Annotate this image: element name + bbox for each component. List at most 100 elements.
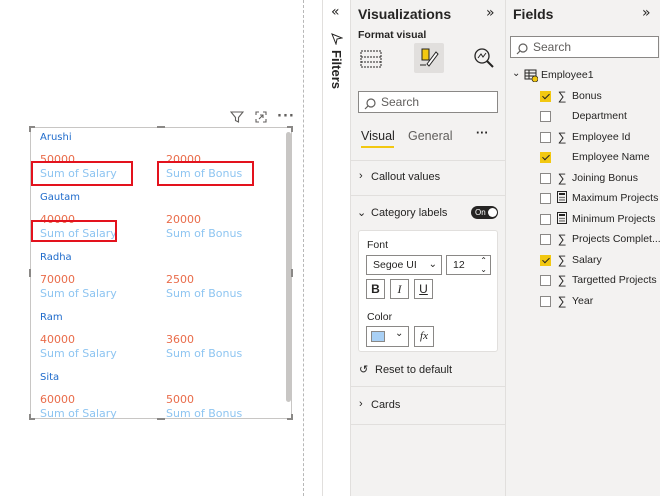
font-size-stepper[interactable]: 12 ⌃ ⌄ bbox=[446, 255, 491, 275]
sigma-icon: ∑ bbox=[557, 253, 567, 267]
field-employee-id[interactable]: ∑ Employee Id bbox=[506, 129, 660, 147]
format-visual-icon[interactable] bbox=[414, 43, 444, 73]
bonus-label: Sum of Bonus bbox=[166, 227, 243, 240]
resize-handle[interactable] bbox=[291, 126, 293, 132]
field-name: Employee Name bbox=[572, 151, 650, 163]
resize-handle[interactable] bbox=[157, 126, 165, 128]
resize-handle[interactable] bbox=[29, 126, 31, 132]
highlight-box bbox=[31, 220, 117, 242]
filters-pane-collapsed[interactable]: « Filters bbox=[322, 0, 351, 496]
field-checkbox[interactable] bbox=[540, 296, 551, 307]
salary-label: Sum of Salary bbox=[40, 407, 117, 420]
field-department[interactable]: Department bbox=[506, 108, 660, 126]
bonus-value: 20000 bbox=[166, 213, 201, 226]
font-size-value: 12 bbox=[453, 259, 465, 271]
field-checkbox[interactable] bbox=[540, 91, 551, 102]
pane-title: Visualizations bbox=[358, 6, 452, 22]
search-icon bbox=[516, 41, 528, 61]
bonus-value: 3600 bbox=[166, 333, 194, 346]
field-salary[interactable]: ∑ Salary bbox=[506, 252, 660, 270]
more-options-icon[interactable]: ··· bbox=[476, 126, 489, 140]
font-family-value: Segoe UI bbox=[373, 259, 417, 271]
bonus-value: 5000 bbox=[166, 393, 194, 406]
field-checkbox[interactable] bbox=[540, 255, 551, 266]
resize-handle[interactable] bbox=[157, 418, 165, 420]
section-title: Cards bbox=[371, 399, 401, 411]
font-label: Font bbox=[367, 239, 389, 251]
search-placeholder: Search bbox=[381, 95, 420, 109]
resize-handle[interactable] bbox=[29, 269, 31, 277]
field-checkbox[interactable] bbox=[540, 152, 551, 163]
field-checkbox[interactable] bbox=[540, 193, 551, 204]
filter-icon[interactable] bbox=[229, 110, 245, 128]
analytics-icon[interactable] bbox=[473, 47, 495, 73]
focus-mode-icon[interactable] bbox=[254, 110, 268, 128]
visualizations-search-input[interactable]: Search bbox=[358, 91, 498, 113]
sigma-icon: ∑ bbox=[557, 171, 567, 185]
field-checkbox[interactable] bbox=[540, 111, 551, 122]
field-checkbox[interactable] bbox=[540, 234, 551, 245]
section-title: Callout values bbox=[371, 171, 441, 183]
sigma-icon: ∑ bbox=[557, 89, 567, 103]
field-checkbox[interactable] bbox=[540, 173, 551, 184]
multi-row-card-visual[interactable]: Arushi 50000 Sum of Salary 20000 Sum of … bbox=[29, 126, 293, 420]
format-visual-label: Format visual bbox=[358, 29, 427, 41]
resize-handle[interactable] bbox=[291, 269, 293, 277]
filter-icon bbox=[331, 30, 344, 49]
sigma-icon: ∑ bbox=[557, 130, 567, 144]
underline-button[interactable]: U bbox=[414, 279, 433, 299]
color-picker[interactable]: ⌄ bbox=[366, 326, 409, 347]
field-minimum-projects[interactable]: Minimum Projects bbox=[506, 211, 660, 229]
salary-value: 70000 bbox=[40, 273, 75, 286]
color-swatch bbox=[371, 331, 385, 342]
font-family-dropdown[interactable]: Segoe UI ⌄ bbox=[366, 255, 442, 275]
expand-chevron-icon[interactable]: « bbox=[331, 4, 340, 20]
reset-label: Reset to default bbox=[375, 364, 453, 376]
bonus-label: Sum of Bonus bbox=[166, 407, 243, 420]
field-year[interactable]: ∑ Year bbox=[506, 293, 660, 311]
field-checkbox[interactable] bbox=[540, 214, 551, 225]
toggle-knob bbox=[488, 208, 497, 217]
calculator-icon bbox=[556, 191, 568, 206]
field-name: Minimum Projects bbox=[572, 213, 656, 225]
more-options-icon[interactable]: ··· bbox=[277, 110, 295, 124]
field-checkbox[interactable] bbox=[540, 275, 551, 286]
reset-icon: ↺ bbox=[359, 364, 369, 376]
tab-visual[interactable]: Visual bbox=[361, 129, 395, 143]
table-icon bbox=[524, 69, 539, 85]
resize-handle[interactable] bbox=[29, 414, 31, 420]
field-checkbox[interactable] bbox=[540, 132, 551, 143]
field-name: Projects Complet... bbox=[572, 233, 660, 245]
visual-scrollbar[interactable] bbox=[286, 132, 291, 402]
field-bonus[interactable]: ∑ Bonus bbox=[506, 88, 660, 106]
bonus-label: Sum of Bonus bbox=[166, 347, 243, 360]
highlight-box bbox=[157, 161, 254, 186]
build-visual-icon[interactable] bbox=[360, 49, 382, 73]
category-labels-toggle[interactable]: On bbox=[471, 206, 498, 219]
category-name: Sita bbox=[40, 372, 60, 383]
tab-general[interactable]: General bbox=[408, 129, 452, 143]
collapse-chevron-icon[interactable]: » bbox=[486, 5, 495, 21]
chevron-down-icon: ⌄ bbox=[395, 328, 404, 339]
section-divider bbox=[351, 160, 505, 161]
field-employee-name[interactable]: Employee Name bbox=[506, 149, 660, 167]
bold-button[interactable]: B bbox=[366, 279, 385, 299]
conditional-formatting-button[interactable]: fx bbox=[414, 326, 434, 347]
field-joining-bonus[interactable]: ∑ Joining Bonus bbox=[506, 170, 660, 188]
section-title: Category labels bbox=[371, 207, 448, 219]
calculator-icon bbox=[556, 212, 568, 227]
search-icon bbox=[364, 96, 376, 116]
stepper-down-icon[interactable]: ⌄ bbox=[480, 261, 487, 279]
table-employee1[interactable]: ⌄ Employee1 bbox=[506, 67, 660, 85]
visualizations-pane: Visualizations » Format visual Search Vi… bbox=[351, 0, 505, 496]
pane-title: Fields bbox=[513, 6, 554, 22]
field-projects-completed[interactable]: ∑ Projects Complet... bbox=[506, 231, 660, 249]
italic-button[interactable]: I bbox=[390, 279, 409, 299]
field-targetted-projects[interactable]: ∑ Targetted Projects bbox=[506, 272, 660, 290]
category-name: Arushi bbox=[40, 132, 72, 143]
collapse-chevron-icon[interactable]: » bbox=[642, 5, 651, 21]
resize-handle[interactable] bbox=[291, 414, 293, 420]
field-maximum-projects[interactable]: Maximum Projects bbox=[506, 190, 660, 208]
chevron-right-icon: › bbox=[359, 170, 363, 182]
fields-search-input[interactable]: Search bbox=[510, 36, 659, 58]
